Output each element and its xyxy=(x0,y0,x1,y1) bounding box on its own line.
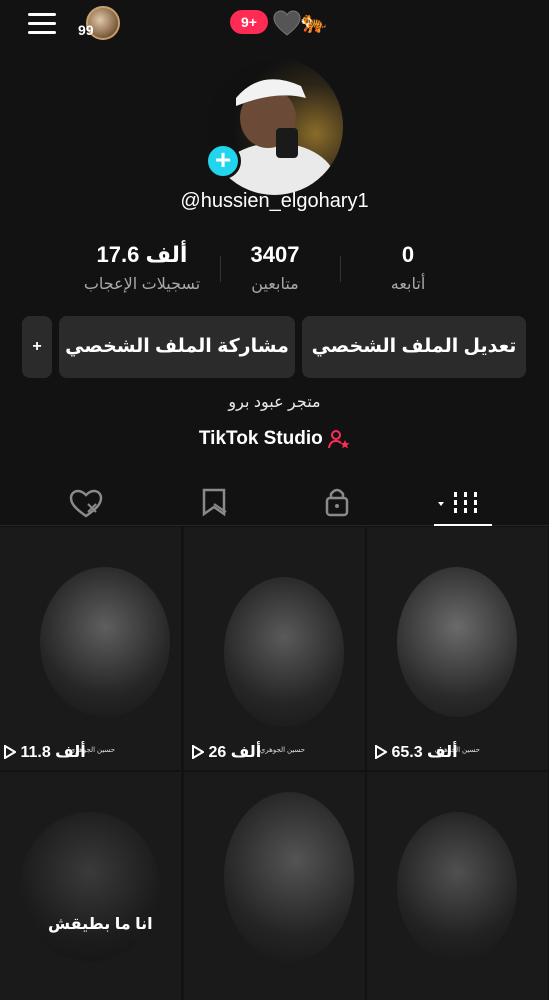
followers-label: متابعين xyxy=(251,276,299,293)
play-icon xyxy=(375,745,387,759)
video-tile[interactable]: حسين الجوهري 65.3 ألف xyxy=(367,527,548,770)
following-label: أتابعه xyxy=(390,276,426,293)
video-views: 26 ألف xyxy=(192,742,261,762)
video-grid: حسين الجوهري 65.3 ألف حسين الجوهري 26 أل… xyxy=(0,527,549,1000)
active-tab-indicator xyxy=(434,524,492,526)
menu-icon[interactable] xyxy=(28,13,56,35)
profile-bio: متجر عبود برو xyxy=(228,394,321,411)
likes-count: 17.6 ألف xyxy=(96,242,188,267)
views-count: 26 ألف xyxy=(208,744,262,761)
liked-heart-icon[interactable] xyxy=(56,482,116,522)
content-tabs xyxy=(0,474,549,526)
video-tile[interactable]: حسين الجوهري 26 ألف xyxy=(184,527,365,770)
video-views: 11.8 ألف xyxy=(4,742,86,762)
add-friend-button[interactable]: + xyxy=(22,316,52,378)
video-caption: انا ما بطيقش xyxy=(48,916,153,933)
stats-row: 0 أتابعه 3407 متابعين 17.6 ألف تسجيلات ا… xyxy=(50,240,510,300)
play-icon xyxy=(4,745,16,759)
play-icon xyxy=(192,745,204,759)
private-lock-icon[interactable] xyxy=(307,482,367,522)
views-count: 65.3 ألف xyxy=(391,744,458,761)
studio-label: TikTok Studio xyxy=(198,428,323,450)
videos-grid-icon[interactable] xyxy=(434,482,494,522)
video-tile[interactable]: انا ما بطيقش xyxy=(0,772,181,1000)
video-tile[interactable] xyxy=(367,772,548,1000)
likes-label: تسجيلات الإعجاب xyxy=(83,276,201,293)
person-star-icon xyxy=(328,430,350,449)
stat-likes[interactable]: 17.6 ألف تسجيلات الإعجاب xyxy=(67,240,217,294)
share-profile-button[interactable]: مشاركة الملف الشخصي xyxy=(59,316,295,378)
tiktok-studio-link[interactable]: TikTok Studio xyxy=(0,428,549,450)
username: @hussien_elgohary1 xyxy=(180,190,369,212)
views-count: 11.8 ألف xyxy=(20,744,86,761)
notification-badge[interactable]: 9+ xyxy=(230,10,268,34)
followers-count: 3407 xyxy=(250,242,300,267)
heart-icon xyxy=(273,10,301,36)
video-views: 65.3 ألف xyxy=(375,742,458,762)
divider xyxy=(220,256,221,282)
video-tile[interactable]: حسين الجوهري 11.8 ألف xyxy=(0,527,181,770)
stat-following[interactable]: 0 أتابعه xyxy=(333,240,483,294)
following-count: 0 xyxy=(401,242,415,267)
video-tile[interactable] xyxy=(184,772,365,1000)
stat-followers[interactable]: 3407 متابعين xyxy=(200,240,350,294)
avatar-count: 99 xyxy=(78,22,94,38)
reposts-bookmark-icon[interactable] xyxy=(184,482,244,522)
tiger-emoji-icon: 🐅 xyxy=(300,9,328,34)
edit-profile-button[interactable]: تعديل الملف الشخصي xyxy=(302,316,526,378)
add-avatar-button[interactable]: + xyxy=(205,143,241,179)
video-credit: حسين الجوهري xyxy=(259,747,305,754)
top-bar: 99 9+ 🐅 xyxy=(0,0,549,50)
